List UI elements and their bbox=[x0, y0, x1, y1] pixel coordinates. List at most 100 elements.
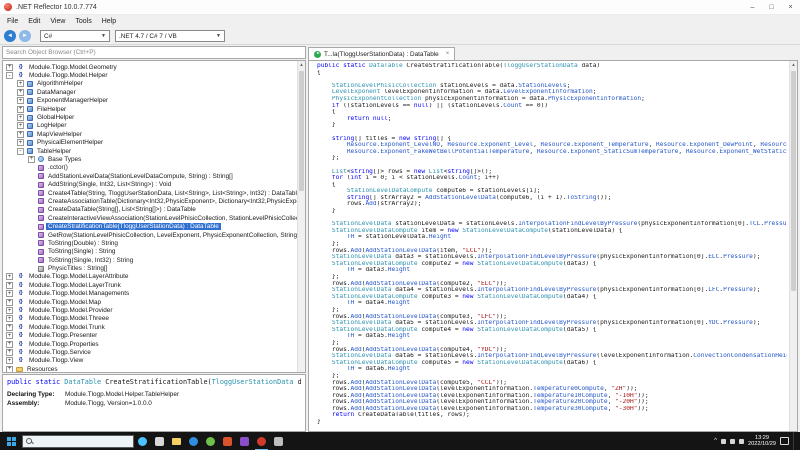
tree-item[interactable]: +{}Module.Tlogp.Model.Trunk bbox=[4, 323, 297, 331]
tree-item[interactable]: +{}Module.Tlogp.Model.Map bbox=[4, 298, 297, 306]
maximize-button[interactable]: □ bbox=[762, 0, 781, 14]
expand-icon[interactable]: + bbox=[6, 290, 13, 297]
tree-item[interactable]: +AlgorithmHelper bbox=[4, 80, 297, 88]
tree-item[interactable]: +{}Module.Tlogp.Model.Provider bbox=[4, 306, 297, 314]
tree-item[interactable]: .cctor() bbox=[4, 164, 297, 172]
volume-icon[interactable] bbox=[730, 439, 735, 444]
expand-icon[interactable]: + bbox=[17, 97, 24, 104]
input-indicator-icon[interactable] bbox=[739, 439, 744, 444]
expand-icon[interactable]: + bbox=[6, 273, 13, 280]
collapse-icon[interactable]: - bbox=[17, 148, 24, 155]
tree-item[interactable]: PhysicTitles : String[] bbox=[4, 264, 297, 272]
back-button[interactable]: ◄ bbox=[4, 30, 16, 42]
declaring-type-value[interactable]: Module.Tlogp.Model.Helper.TableHelper bbox=[65, 391, 179, 400]
expand-icon[interactable]: + bbox=[17, 131, 24, 138]
tree-item[interactable]: +FileHelper bbox=[4, 105, 297, 113]
menu-view[interactable]: View bbox=[45, 18, 70, 25]
expand-icon[interactable]: + bbox=[6, 299, 13, 306]
tree-item[interactable]: +{}Module.Tlogp.View bbox=[4, 357, 297, 365]
tree-item[interactable]: +{}Module.Tlogp.Model.LayerAttribute bbox=[4, 273, 297, 281]
tree-item[interactable]: +MapViewHelper bbox=[4, 130, 297, 138]
expand-icon[interactable]: + bbox=[17, 80, 24, 87]
browser-icon[interactable] bbox=[202, 432, 219, 450]
cortana-icon[interactable] bbox=[134, 432, 151, 450]
tree-item[interactable]: +DataManager bbox=[4, 88, 297, 96]
minimize-button[interactable]: – bbox=[743, 0, 762, 14]
start-button[interactable] bbox=[0, 432, 22, 450]
tree-item[interactable]: CreateStratificationTable(TloggUserStati… bbox=[4, 222, 297, 230]
tree-scrollbar[interactable]: ▲ bbox=[297, 61, 305, 372]
tree-item[interactable]: +GlobalHelper bbox=[4, 113, 297, 121]
expand-icon[interactable]: + bbox=[6, 357, 13, 364]
scroll-up-icon[interactable]: ▲ bbox=[298, 61, 305, 69]
tree-item[interactable]: +{}Module.Tlogp.Service bbox=[4, 348, 297, 356]
scrollbar-thumb[interactable] bbox=[791, 71, 796, 291]
office-icon[interactable] bbox=[219, 432, 236, 450]
menu-edit[interactable]: Edit bbox=[23, 18, 45, 25]
assembly-value[interactable]: Module.Tlogg, Version=1.0.0.0 bbox=[65, 400, 152, 409]
tab-close-icon[interactable]: × bbox=[446, 51, 450, 57]
expand-icon[interactable]: + bbox=[17, 106, 24, 113]
tree-item[interactable]: -TableHelper bbox=[4, 147, 297, 155]
tree-item[interactable]: AddStationLevelData(StationLevelDataComp… bbox=[4, 172, 297, 180]
scroll-up-icon[interactable]: ▲ bbox=[790, 61, 797, 69]
tree-item[interactable]: CreateAssociationTable(Dictionary<Int32,… bbox=[4, 197, 297, 205]
expand-icon[interactable]: + bbox=[6, 64, 13, 71]
tree-item[interactable]: +ExponentManagerHelper bbox=[4, 97, 297, 105]
taskbar-clock[interactable]: 13:29 2022/10/29 bbox=[748, 435, 776, 447]
framework-select[interactable]: .NET 4.7 / C# 7 / VB ▼ bbox=[115, 30, 225, 42]
expand-icon[interactable]: + bbox=[6, 324, 13, 331]
scrollbar-thumb[interactable] bbox=[299, 71, 304, 191]
tree-item[interactable]: -{}Module.Tlogp.Model.Helper bbox=[4, 71, 297, 79]
tree-item[interactable]: ToString(Single) : String bbox=[4, 248, 297, 256]
expand-icon[interactable]: + bbox=[17, 122, 24, 129]
code-scrollbar[interactable]: ▲ bbox=[789, 61, 797, 431]
expand-icon[interactable]: + bbox=[6, 349, 13, 356]
expand-icon[interactable]: + bbox=[28, 156, 35, 163]
tree-item[interactable]: +{}Module.Tlogp.Model.LayerTrunk bbox=[4, 281, 297, 289]
expand-icon[interactable]: + bbox=[6, 332, 13, 339]
tree-item[interactable]: ToString(Double) : String bbox=[4, 239, 297, 247]
tree-item[interactable]: CreateInteractiveViewAssociation(Station… bbox=[4, 214, 297, 222]
expand-icon[interactable]: + bbox=[6, 282, 13, 289]
tree-item[interactable]: GetRow(StationLevelPhisicCollection, Lev… bbox=[4, 231, 297, 239]
show-desktop-button[interactable] bbox=[793, 432, 797, 450]
tree-item[interactable]: +LogHelper bbox=[4, 122, 297, 130]
ide-icon[interactable] bbox=[236, 432, 253, 450]
menu-help[interactable]: Help bbox=[97, 18, 121, 25]
edge-icon[interactable] bbox=[185, 432, 202, 450]
tree-item[interactable]: +{}Module.Tlogp.Presenter bbox=[4, 332, 297, 340]
tree-item[interactable]: +{}Module.Tlogp.Properties bbox=[4, 340, 297, 348]
expand-icon[interactable]: + bbox=[6, 366, 13, 373]
tree-item[interactable]: +{}Module.Tlogp.Model.Threee bbox=[4, 315, 297, 323]
tree-item[interactable]: +Base Types bbox=[4, 155, 297, 163]
expand-icon[interactable]: + bbox=[6, 307, 13, 314]
tree-item[interactable]: CreateDataTable(String[], List<String[]>… bbox=[4, 206, 297, 214]
collapse-icon[interactable]: - bbox=[6, 72, 13, 79]
close-button[interactable]: × bbox=[781, 0, 800, 14]
expand-icon[interactable]: + bbox=[17, 89, 24, 96]
settings-icon[interactable] bbox=[270, 432, 287, 450]
tree-item[interactable]: +PhysicalElementHelper bbox=[4, 139, 297, 147]
tree-item[interactable]: +{}Module.Tlogp.Model.Managements bbox=[4, 290, 297, 298]
chevron-up-icon[interactable]: ^ bbox=[714, 438, 717, 444]
language-select[interactable]: C# ▼ bbox=[40, 30, 110, 42]
expand-icon[interactable]: + bbox=[17, 114, 24, 121]
object-browser-search-input[interactable]: Search Object Browser (Ctrl+P) bbox=[2, 46, 306, 59]
menu-tools[interactable]: Tools bbox=[70, 18, 96, 25]
forward-button[interactable]: ► bbox=[19, 30, 31, 42]
file-explorer-icon[interactable] bbox=[168, 432, 185, 450]
expand-icon[interactable]: + bbox=[6, 341, 13, 348]
expand-icon[interactable]: + bbox=[6, 315, 13, 322]
task-view-icon[interactable] bbox=[151, 432, 168, 450]
tree-item[interactable]: +{}Module.Tlogp.Model.Geometry bbox=[4, 63, 297, 71]
network-icon[interactable] bbox=[721, 439, 726, 444]
expand-icon[interactable]: + bbox=[17, 139, 24, 146]
action-center-icon[interactable] bbox=[780, 437, 789, 445]
menu-file[interactable]: File bbox=[2, 18, 23, 25]
reflector-icon[interactable] bbox=[253, 432, 270, 450]
tab-decompiled-method[interactable]: T...la(TloggUserStationData) : DataTable… bbox=[308, 47, 455, 60]
taskbar-search[interactable] bbox=[22, 435, 134, 448]
tree-item[interactable]: +Resources bbox=[4, 365, 297, 373]
tree-item[interactable]: AddString(Single, Int32, List<String>) :… bbox=[4, 180, 297, 188]
